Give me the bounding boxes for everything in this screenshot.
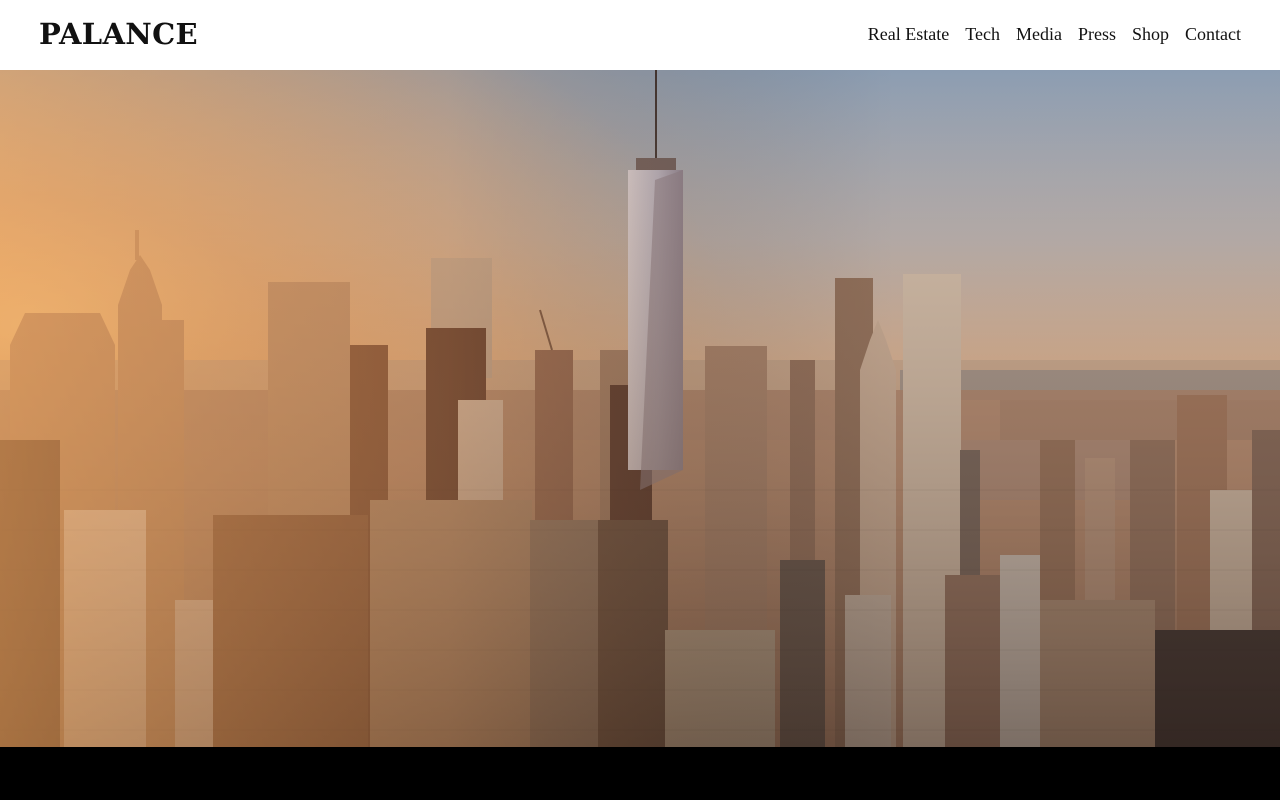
nav-link-media[interactable]: Media [1016,24,1062,45]
nav-link-contact[interactable]: Contact [1185,24,1241,45]
nav-link-real-estate[interactable]: Real Estate [868,24,949,45]
nav-link-press[interactable]: Press [1078,24,1116,45]
site-logo[interactable]: PALANCE [39,17,198,51]
nav-link-tech[interactable]: Tech [965,24,1000,45]
site-header: PALANCE Real Estate Tech Media Press Sho… [0,0,1280,70]
hero-image [0,70,1280,747]
main-nav: Real Estate Tech Media Press Shop Contac… [868,24,1241,45]
nav-link-shop[interactable]: Shop [1132,24,1169,45]
hero-bottom-bar [0,747,1280,800]
city-skyline-sunset [0,70,1280,747]
